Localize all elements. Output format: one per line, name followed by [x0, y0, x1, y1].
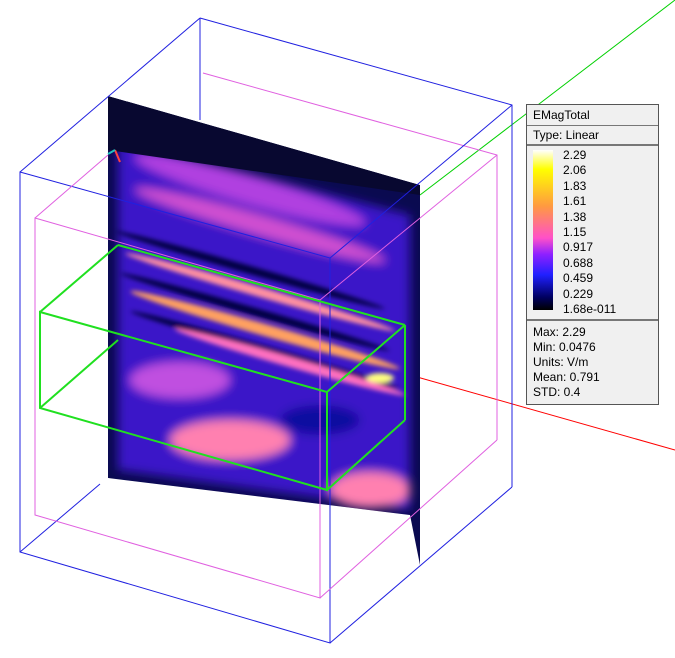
field-plane: [108, 96, 420, 565]
stat-max: Max: 2.29: [533, 325, 586, 340]
tick-label: 0.688: [563, 255, 594, 270]
stat-mean: Mean: 0.791: [533, 370, 600, 385]
tick-label: 1.38: [563, 209, 587, 224]
tick-label: 1.61: [563, 194, 587, 209]
tick-label: 2.06: [563, 163, 587, 178]
stat-min: Min: 0.0476: [533, 340, 596, 355]
tick-label: 1.83: [563, 178, 587, 193]
colorbar: [533, 150, 553, 310]
legend-title: EMagTotal: [527, 105, 658, 126]
tick-label: 1.68e-011: [563, 302, 617, 317]
legend-ticks: 2.29 2.06 1.83 1.61 1.38 1.15 0.917 0.68…: [563, 148, 616, 317]
stat-std: STD: 0.4: [533, 385, 581, 400]
legend-scale: 2.29 2.06 1.83 1.61 1.38 1.15 0.917 0.68…: [527, 146, 658, 322]
tick-label: 0.459: [563, 271, 594, 286]
legend-stats: Max: 2.29 Min: 0.0476 Units: V/m Mean: 0…: [527, 321, 658, 404]
color-legend[interactable]: EMagTotal Type: Linear 2.29 2.06 1.83 1.…: [526, 104, 659, 406]
tick-label: 1.15: [563, 225, 587, 240]
legend-type: Type: Linear: [527, 126, 658, 146]
tick-label: 2.29: [563, 148, 587, 162]
tick-label: 0.917: [563, 240, 594, 255]
tick-label: 0.229: [563, 286, 594, 301]
stat-units: Units: V/m: [533, 355, 589, 370]
